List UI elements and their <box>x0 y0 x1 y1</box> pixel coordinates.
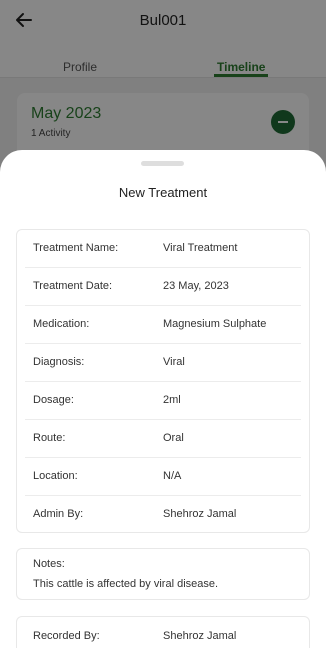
sheet-title: New Treatment <box>118 185 208 200</box>
treatment-details-card: Treatment Name: Viral Treatment Treatmen… <box>16 229 310 533</box>
detail-value: 2ml <box>163 394 181 406</box>
detail-label: Admin By: <box>33 508 84 520</box>
notes-text: This cattle is affected by viral disease… <box>33 578 219 590</box>
notes-card: Notes: This cattle is affected by viral … <box>16 548 310 600</box>
detail-row-treatment-name: Treatment Name: Viral Treatment <box>17 230 309 268</box>
detail-value: Magnesium Sulphate <box>163 318 267 330</box>
detail-value: N/A <box>163 470 182 482</box>
detail-value: Oral <box>163 432 184 444</box>
detail-row-dosage: Dosage: 2ml <box>17 382 309 420</box>
notes-label: Notes: <box>33 558 65 570</box>
detail-row-admin-by: Admin By: Shehroz Jamal <box>17 496 309 534</box>
detail-value: Viral Treatment <box>163 242 238 254</box>
detail-value: Viral <box>163 356 185 368</box>
detail-label: Treatment Date: <box>33 280 113 292</box>
recorded-by-card: Recorded By: Shehroz Jamal <box>16 616 310 648</box>
detail-row-diagnosis: Diagnosis: Viral <box>17 344 309 382</box>
recorded-by-label: Recorded By: <box>33 630 100 642</box>
detail-label: Diagnosis: <box>33 356 85 368</box>
detail-row-route: Route: Oral <box>17 420 309 458</box>
detail-row-treatment-date: Treatment Date: 23 May, 2023 <box>17 268 309 306</box>
treatment-bottom-sheet: New Treatment Treatment Name: Viral Trea… <box>0 150 326 648</box>
detail-row-medication: Medication: Magnesium Sulphate <box>17 306 309 344</box>
detail-value: Shehroz Jamal <box>163 508 237 520</box>
detail-value: 23 May, 2023 <box>163 280 229 292</box>
detail-label: Medication: <box>33 318 90 330</box>
detail-label: Dosage: <box>33 394 74 406</box>
detail-label: Location: <box>33 470 78 482</box>
detail-label: Treatment Name: <box>33 242 119 254</box>
recorded-by-value: Shehroz Jamal <box>163 630 237 642</box>
detail-row-location: Location: N/A <box>17 458 309 496</box>
drag-handle[interactable] <box>141 161 184 166</box>
detail-label: Route: <box>33 432 66 444</box>
